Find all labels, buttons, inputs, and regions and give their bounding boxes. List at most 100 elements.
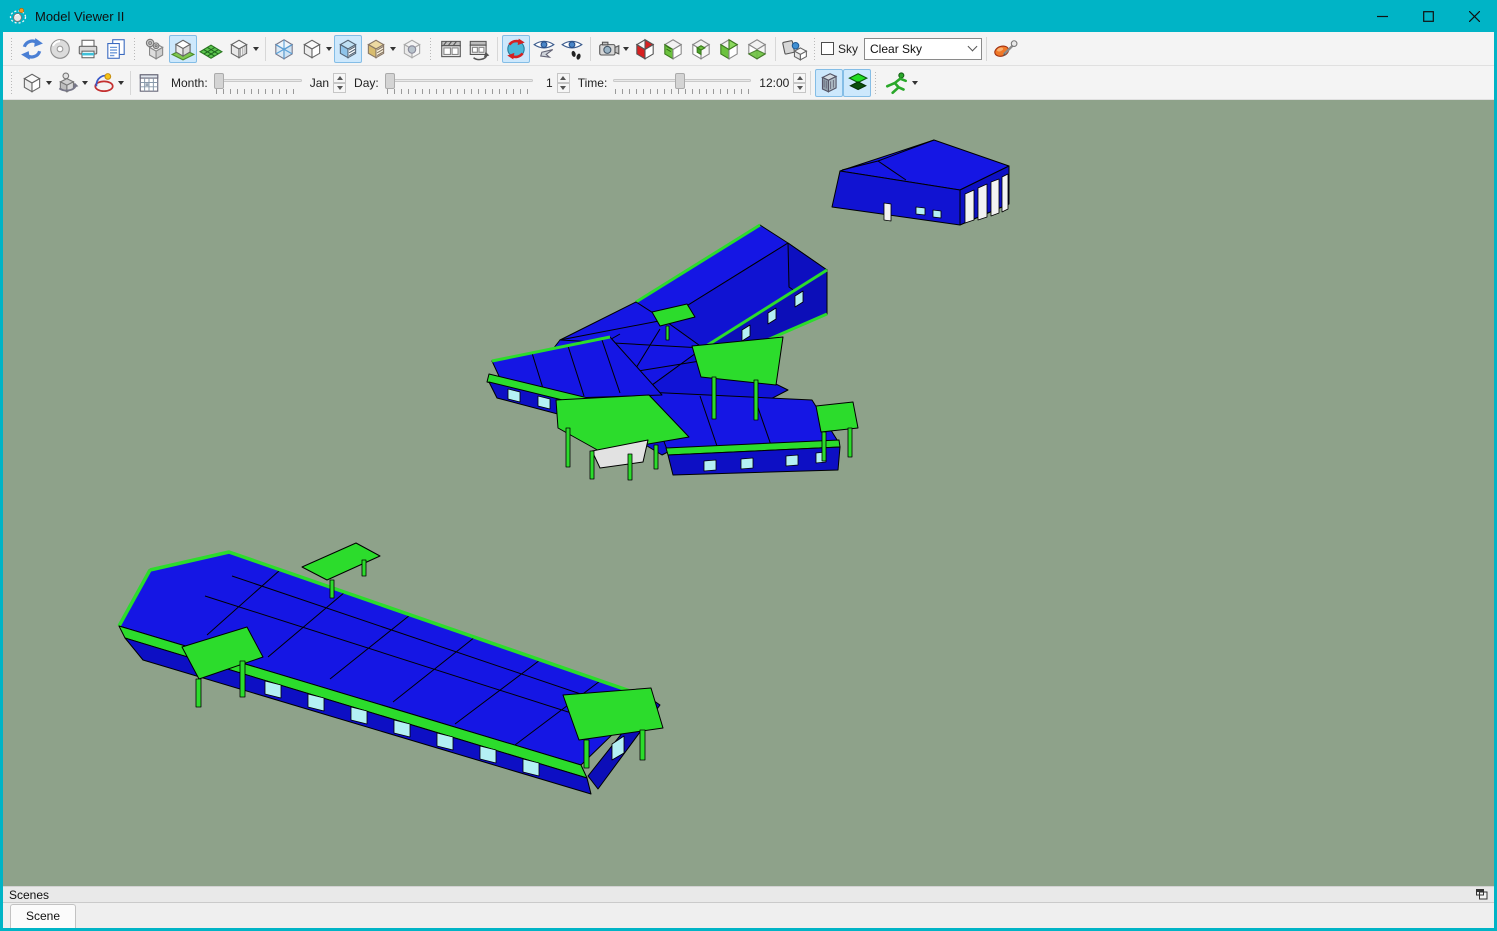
disc-icon xyxy=(48,37,72,61)
dropdown-caret-icon xyxy=(326,47,332,51)
model-scene xyxy=(3,100,1494,886)
runner-button[interactable] xyxy=(882,69,920,97)
section-cube-tan-button[interactable] xyxy=(362,35,398,63)
calendar-button[interactable] xyxy=(135,69,163,97)
time-value: 12:00 xyxy=(759,76,789,90)
minimize-icon xyxy=(1377,11,1388,22)
solid-cube-button[interactable] xyxy=(298,35,334,63)
building-display-button[interactable] xyxy=(815,69,843,97)
toolbar-grip[interactable] xyxy=(10,72,15,94)
ground-cube-button[interactable] xyxy=(169,35,197,63)
month-value: Jan xyxy=(310,76,329,90)
building-long[interactable] xyxy=(119,543,663,794)
orbit-button[interactable] xyxy=(502,35,530,63)
view-cube-dropdown-button[interactable] xyxy=(18,69,54,97)
close-button[interactable] xyxy=(1451,0,1497,32)
sky-label: Sky xyxy=(838,42,858,56)
app-icon xyxy=(9,7,27,25)
time-slider-thumb[interactable] xyxy=(675,73,685,89)
view-cube-bottom-icon xyxy=(745,37,769,61)
view-cube-ne-button[interactable] xyxy=(715,35,743,63)
camera-icon xyxy=(597,37,621,61)
maximize-button[interactable] xyxy=(1405,0,1451,32)
scenes-panel-title: Scenes xyxy=(9,888,1476,902)
toolbar-separator xyxy=(497,37,498,61)
half-red-cube-button[interactable] xyxy=(631,35,659,63)
time-slider[interactable] xyxy=(613,72,751,94)
refresh-icon xyxy=(20,37,44,61)
dropdown-caret-icon xyxy=(46,81,52,85)
month-spinner[interactable] xyxy=(333,73,346,93)
building-icon xyxy=(817,71,841,95)
walk-view-button[interactable] xyxy=(558,35,586,63)
view-cube-nw-button[interactable] xyxy=(659,35,687,63)
month-slider-track xyxy=(214,79,302,82)
camera-cube-button[interactable] xyxy=(780,35,810,63)
day-spinner[interactable] xyxy=(557,73,570,93)
tab-scene[interactable]: Scene xyxy=(10,904,76,928)
toolbar-separator xyxy=(775,37,776,61)
day-value: 1 xyxy=(541,76,553,90)
refresh-button[interactable] xyxy=(18,35,46,63)
view-cube-core-button[interactable] xyxy=(687,35,715,63)
toolbar-separator xyxy=(986,37,987,61)
minimize-button[interactable] xyxy=(1359,0,1405,32)
sky-type-select[interactable]: Clear Sky xyxy=(864,38,982,60)
section-cube-blue-button[interactable] xyxy=(334,35,362,63)
paint-dropper-icon xyxy=(993,37,1019,61)
copy-pages-icon xyxy=(104,37,128,61)
clapper-loop-button[interactable] xyxy=(465,35,493,63)
time-spinner[interactable] xyxy=(793,73,806,93)
section-cube-blue-icon xyxy=(336,37,360,61)
shadow-cube-icon xyxy=(227,37,251,61)
toolbar-grip[interactable] xyxy=(429,38,434,60)
view-cube-icon xyxy=(20,71,44,95)
calendar-icon xyxy=(137,71,161,95)
disc-button[interactable] xyxy=(46,35,74,63)
toolbar-separator xyxy=(130,71,131,95)
ground-grid-button[interactable] xyxy=(197,35,225,63)
month-slider-thumb[interactable] xyxy=(214,73,224,89)
printer-icon xyxy=(76,37,100,61)
ground-grid-icon xyxy=(199,37,223,61)
float-panel-icon[interactable] xyxy=(1476,889,1488,900)
day-slider[interactable] xyxy=(385,72,533,94)
viewport-3d[interactable] xyxy=(3,100,1494,886)
rotate-view-button[interactable] xyxy=(54,69,90,97)
building-cross[interactable] xyxy=(487,225,858,480)
shadow-cube-button[interactable] xyxy=(225,35,261,63)
window-title: Model Viewer II xyxy=(35,9,1359,24)
month-slider[interactable] xyxy=(214,72,302,94)
month-slider-ticks xyxy=(216,89,300,94)
toolbar-separator xyxy=(810,71,811,95)
sun-path-button[interactable] xyxy=(90,69,126,97)
building-warehouse[interactable] xyxy=(832,140,1009,225)
paint-dropper-button[interactable] xyxy=(991,35,1021,63)
ball-cube-button[interactable] xyxy=(398,35,426,63)
sky-type-value: Clear Sky xyxy=(870,42,969,56)
shadow-plane-icon xyxy=(845,71,869,95)
copy-button[interactable] xyxy=(102,35,130,63)
xray-cube-icon xyxy=(272,37,296,61)
time-slider-ticks xyxy=(615,89,749,94)
model-settings-button[interactable] xyxy=(141,35,169,63)
print-button[interactable] xyxy=(74,35,102,63)
sky-checkbox[interactable] xyxy=(821,42,834,55)
camera-button[interactable] xyxy=(595,35,631,63)
toolbar-grip[interactable] xyxy=(133,38,138,60)
fly-view-button[interactable] xyxy=(530,35,558,63)
xray-cube-button[interactable] xyxy=(270,35,298,63)
solid-cube-icon xyxy=(300,37,324,61)
camera-cube-icon xyxy=(782,37,808,61)
toolbar-grip[interactable] xyxy=(10,38,15,60)
toolbar-grip[interactable] xyxy=(813,38,818,60)
toolbar-grip[interactable] xyxy=(874,72,879,94)
view-cube-bottom-button[interactable] xyxy=(743,35,771,63)
clapper-button[interactable] xyxy=(437,35,465,63)
ball-cube-icon xyxy=(400,37,424,61)
toolbar-time: Month: Jan Day: 1 Time: 12:00 xyxy=(3,66,1494,100)
walk-eye-icon xyxy=(560,37,584,61)
shadow-display-button[interactable] xyxy=(843,69,871,97)
day-slider-thumb[interactable] xyxy=(385,73,395,89)
close-icon xyxy=(1469,11,1480,22)
